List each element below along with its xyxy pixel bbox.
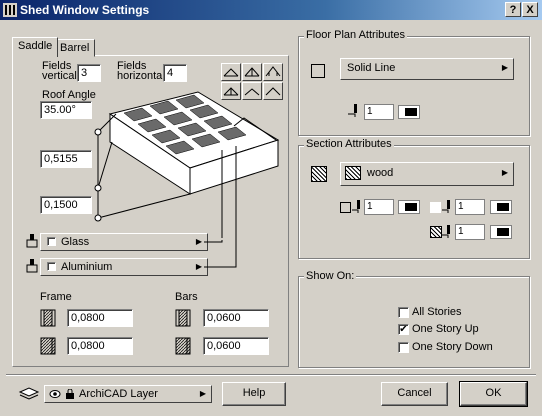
one-story-down-checkbox[interactable] xyxy=(398,342,409,353)
chevron-right-icon: ▶ xyxy=(501,63,508,72)
roof-angle-input[interactable]: 35.00° xyxy=(40,101,92,119)
frame-width-icon xyxy=(40,309,56,327)
layer-value: ArchiCAD Layer xyxy=(79,388,158,400)
pen-icon xyxy=(442,225,450,238)
brush-icon xyxy=(26,259,38,273)
frame-width-input[interactable]: 0,0800 xyxy=(67,309,133,327)
show-on-group-label: Show On: xyxy=(304,270,357,282)
chevron-right-icon: ▶ xyxy=(199,389,206,398)
roof-angle-label: Roof Angle xyxy=(42,89,96,101)
saddle-roof-steep-icon xyxy=(265,66,281,77)
section-group-label: Section Attributes xyxy=(304,138,394,150)
footer-separator xyxy=(6,374,536,376)
frame-depth-input[interactable]: 0,0800 xyxy=(67,337,133,355)
roof-shape-button-3[interactable] xyxy=(263,63,283,81)
cut-line-swatch xyxy=(340,202,351,213)
all-stories-checkbox[interactable] xyxy=(398,307,409,318)
glass-material-popup[interactable]: Glass ▶ xyxy=(40,233,208,251)
aluminium-material-popup[interactable]: Aluminium ▶ xyxy=(40,258,208,276)
fields-vertical-label-2: vertical xyxy=(42,70,77,82)
chevron-right-icon: ▶ xyxy=(195,237,202,246)
tab-barrel[interactable]: Barrel xyxy=(54,39,96,57)
section-pen-2-input[interactable]: 1 xyxy=(455,199,485,215)
bars-depth-icon xyxy=(175,337,191,355)
fields-horizontal-input[interactable]: 4 xyxy=(163,64,187,82)
app-icon xyxy=(3,3,17,17)
section-pen-1-input[interactable]: 1 xyxy=(364,199,394,215)
aluminium-swatch xyxy=(47,262,56,271)
section-pen-3-color[interactable] xyxy=(490,225,512,239)
floor-plan-group-label: Floor Plan Attributes xyxy=(304,29,408,41)
layer-popup[interactable]: ArchiCAD Layer ▶ xyxy=(44,385,212,403)
chevron-right-icon: ▶ xyxy=(195,262,202,271)
section-pen-2-color[interactable] xyxy=(490,200,512,214)
glass-label: Glass xyxy=(61,236,90,248)
line-type-value: Solid Line xyxy=(347,62,396,74)
floor-plan-group xyxy=(298,36,530,136)
roof-shape-button-2[interactable] xyxy=(242,63,262,81)
height-upper-input[interactable]: 0,5155 xyxy=(40,150,92,168)
section-pen-3-input[interactable]: 1 xyxy=(455,224,485,240)
saddle-roof-offset-icon xyxy=(244,67,260,77)
material-connector-lines xyxy=(204,240,237,268)
layer-icon xyxy=(18,387,40,400)
shed-window-preview xyxy=(94,91,280,248)
pen-icon xyxy=(442,200,450,213)
window-title: Shed Window Settings xyxy=(20,3,150,17)
help-button[interactable]: Help xyxy=(222,382,286,406)
cancel-button[interactable]: Cancel xyxy=(381,382,448,406)
title-bar[interactable]: Shed Window Settings ? X xyxy=(0,0,542,20)
fields-horizontal-label-2: horizontal xyxy=(117,70,165,82)
one-story-up-label: One Story Up xyxy=(412,323,479,335)
roof-shape-button-1[interactable] xyxy=(221,63,241,81)
bars-depth-input[interactable]: 0,0600 xyxy=(203,337,269,355)
bars-width-icon xyxy=(175,309,191,327)
fill-pen-swatch xyxy=(430,226,442,238)
saddle-roof-icon xyxy=(223,68,239,77)
all-stories-label: All Stories xyxy=(412,306,462,318)
bars-label: Bars xyxy=(175,291,198,303)
ok-button[interactable]: OK xyxy=(459,381,528,407)
lock-icon xyxy=(66,389,74,399)
cut-fill-swatch xyxy=(430,202,441,213)
glass-swatch xyxy=(47,237,56,246)
floor-plan-pen-input[interactable]: 1 xyxy=(364,104,394,120)
bars-width-input[interactable]: 0,0600 xyxy=(203,309,269,327)
frame-label: Frame xyxy=(40,291,72,303)
section-pen-1-color[interactable] xyxy=(398,200,420,214)
close-button[interactable]: X xyxy=(522,2,538,17)
aluminium-label: Aluminium xyxy=(61,261,113,273)
chevron-right-icon: ▶ xyxy=(501,168,508,177)
height-lower-input[interactable]: 0,1500 xyxy=(40,196,92,214)
one-story-up-checkbox[interactable]: ✔ xyxy=(398,324,409,335)
frame-depth-icon xyxy=(40,337,56,355)
pen-icon xyxy=(348,104,357,117)
context-help-button[interactable]: ? xyxy=(505,2,521,17)
section-fill-swatch xyxy=(311,166,327,182)
floor-plan-pen-color[interactable] xyxy=(398,105,420,119)
section-fill-value: wood xyxy=(367,167,394,179)
wood-hatch-icon xyxy=(345,166,361,180)
brush-icon xyxy=(26,234,38,248)
section-fill-popup[interactable]: wood ▶ xyxy=(340,162,514,186)
line-type-popup[interactable]: Solid Line ▶ xyxy=(340,58,514,80)
eye-icon xyxy=(49,390,61,398)
fields-vertical-input[interactable]: 3 xyxy=(77,64,101,82)
tab-saddle[interactable]: Saddle xyxy=(12,37,59,57)
line-type-swatch xyxy=(311,64,325,78)
show-on-group xyxy=(298,276,530,368)
one-story-down-label: One Story Down xyxy=(412,341,493,353)
pen-icon xyxy=(352,200,360,213)
